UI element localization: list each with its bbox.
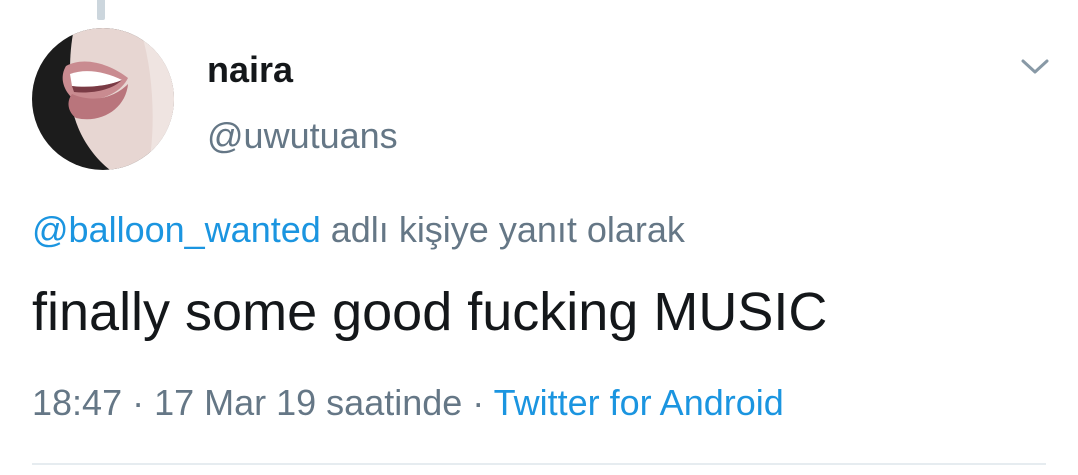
display-name[interactable]: naira [207,50,293,90]
tweet-text: finally some good fucking MUSIC [32,282,828,342]
reply-context-label: adlı kişiye yanıt olarak [320,209,685,250]
tweet-date[interactable]: 17 Mar 19 saatinde [154,382,462,423]
reply-mention-link[interactable]: @balloon_wanted [32,209,321,250]
user-handle[interactable]: @uwutuans [207,116,398,156]
avatar[interactable] [32,28,174,170]
thread-connector-line [97,0,105,20]
divider [32,463,1046,465]
meta-separator: · [462,382,494,423]
tweet-menu-button[interactable] [1018,52,1052,80]
reply-context: @balloon_wanted adlı kişiye yanıt olarak [32,208,685,252]
tweet-source-link[interactable]: Twitter for Android [494,382,784,423]
chevron-down-icon [1021,59,1049,74]
meta-separator: · [122,382,155,423]
tweet-metadata: 18:47 · 17 Mar 19 saatinde · Twitter for… [32,381,784,425]
avatar-image [32,28,174,170]
tweet-time[interactable]: 18:47 [32,382,122,423]
